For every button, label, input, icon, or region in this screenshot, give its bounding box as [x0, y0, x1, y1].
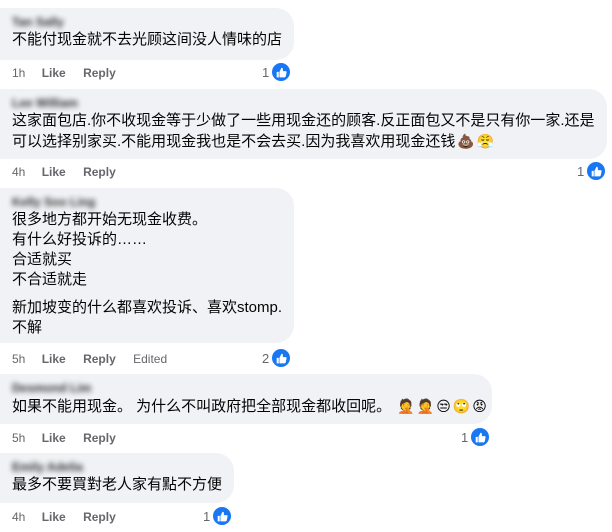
reply-button[interactable]: Reply	[83, 430, 116, 446]
angry-face-emoji: 😡	[472, 398, 487, 414]
comment-text: 这家面包店.你不收现金等于少做了一些用现金还的顾客.反正面包又不是只有你一家.还…	[12, 112, 595, 150]
thumbs-up-icon	[212, 506, 233, 526]
like-button[interactable]: Like	[42, 351, 66, 367]
comment-author[interactable]: Emily Adelia	[12, 459, 222, 475]
comment-time[interactable]: 4h	[12, 164, 25, 180]
comment-bubble: Emily Adelia 最多不要買對老人家有點不方便	[0, 453, 234, 503]
eye-roll-emoji: 🙄	[452, 398, 471, 414]
comment-bubble: Desmond Lim 如果不能用现金。 为什么不叫政府把全部现金都收回呢。 🤦…	[0, 374, 492, 424]
comment-author[interactable]: Tan Sally	[12, 14, 282, 30]
thumbs-up-icon	[271, 62, 292, 82]
comment-actions: 4h Like Reply	[12, 164, 130, 180]
thumbs-up-icon	[586, 161, 607, 181]
comment-actions: 1h Like Reply	[12, 65, 130, 81]
comment-text: 最多不要買對老人家有點不方便	[12, 476, 223, 493]
comment-actions: 4h Like Reply	[12, 509, 130, 525]
reply-button[interactable]: Reply	[83, 164, 116, 180]
comment-author[interactable]: Desmond Lim	[12, 380, 480, 396]
reaction-count[interactable]: 1	[203, 506, 233, 526]
comment-time[interactable]: 4h	[12, 509, 25, 525]
reaction-count[interactable]: 1	[262, 62, 292, 82]
comment-author[interactable]: Kelly Soo Ling	[12, 194, 282, 210]
facepalm-emoji: 🤦	[397, 398, 415, 414]
comment-actions: 5h Like Reply Edited	[12, 351, 181, 367]
reply-button[interactable]: Reply	[83, 65, 116, 81]
comment-text: 如果不能用现金。 为什么不叫政府把全部现金都收回呢。 🤦 🤦 😒 🙄 😡	[12, 398, 487, 415]
unamused-face-emoji: 😒	[436, 398, 451, 414]
comment-text: 很多地方都开始无现金收费。 有什么好投诉的…… 合适就买 不合适就走 新加坡变的…	[12, 211, 283, 336]
comment-time[interactable]: 5h	[12, 430, 25, 446]
thumbs-up-icon	[470, 427, 491, 447]
steam-face-emoji: 😤	[476, 133, 495, 149]
comment-bubble: Tan Sally 不能付现金就不去光顾这间没人情味的店	[0, 8, 294, 60]
comment-author[interactable]: Lee William	[12, 95, 595, 111]
comment-bubble: Kelly Soo Ling 很多地方都开始无现金收费。 有什么好投诉的…… 合…	[0, 188, 294, 343]
reaction-count[interactable]: 2	[262, 348, 292, 368]
facepalm-emoji: 🤦	[416, 398, 435, 414]
comment-bubble: Lee William 这家面包店.你不收现金等于少做了一些用现金还的顾客.反正…	[0, 89, 607, 159]
like-button[interactable]: Like	[42, 164, 66, 180]
edited-label: Edited	[133, 352, 168, 366]
like-button[interactable]: Like	[42, 509, 66, 525]
thumbs-up-icon	[271, 348, 292, 368]
like-button[interactable]: Like	[42, 65, 66, 81]
comment-text: 不能付现金就不去光顾这间没人情味的店	[12, 31, 283, 48]
reply-button[interactable]: Reply	[83, 351, 116, 367]
reaction-count[interactable]: 1	[577, 161, 607, 181]
comment-time[interactable]: 5h	[12, 351, 25, 367]
reply-button[interactable]: Reply	[83, 509, 116, 525]
like-button[interactable]: Like	[42, 430, 66, 446]
comment-time[interactable]: 1h	[12, 65, 25, 81]
poop-emoji: 💩	[457, 133, 475, 149]
comment-actions: 5h Like Reply	[12, 430, 130, 446]
reaction-count[interactable]: 1	[461, 427, 491, 447]
